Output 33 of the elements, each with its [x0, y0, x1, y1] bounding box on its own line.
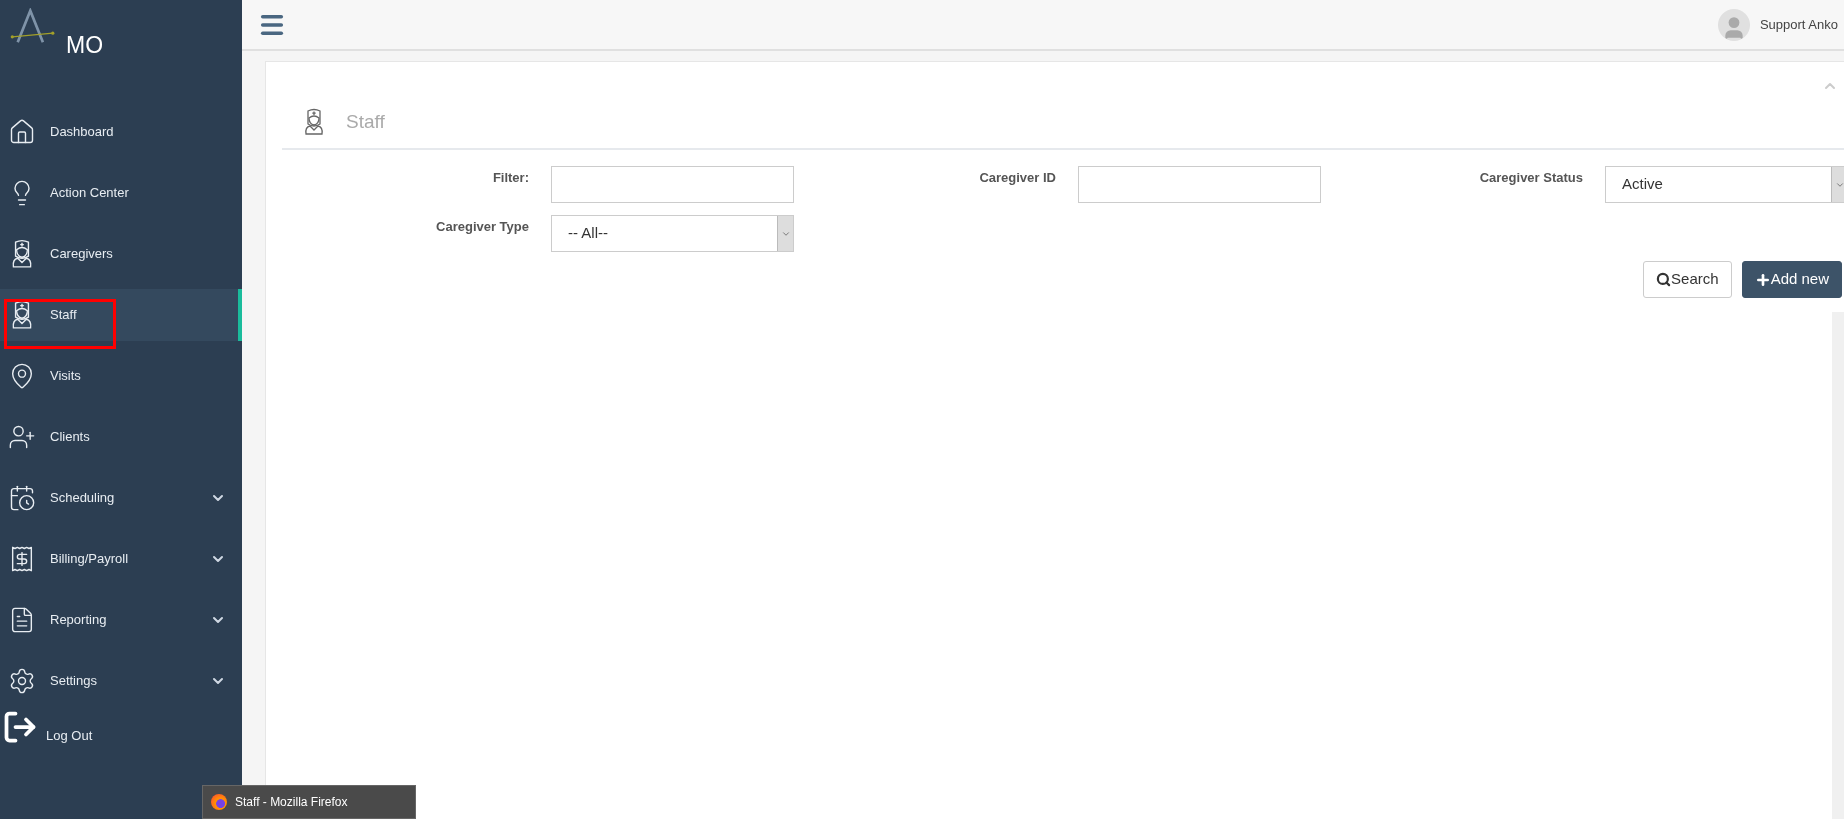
search-button[interactable]: Search: [1643, 261, 1732, 298]
add-new-button[interactable]: Add new: [1741, 261, 1842, 298]
sidebar-item[interactable]: Clients: [0, 411, 242, 463]
sidebar-item[interactable]: Caregivers: [0, 228, 242, 280]
sidebar-item[interactable]: Visits: [0, 350, 242, 402]
user-name: Support Anko: [1759, 15, 1838, 34]
sidebar-item[interactable]: Dashboard: [0, 106, 242, 158]
house-icon: [8, 118, 36, 146]
sidebar-item[interactable]: Billing/Payroll: [0, 533, 242, 585]
sidebar-item[interactable]: Action Center: [0, 167, 242, 219]
field-label: Caregiver Type: [435, 218, 530, 236]
logout-link[interactable]: Log Out: [0, 709, 242, 745]
search-icon: [1656, 272, 1672, 287]
firefox-icon: [211, 794, 227, 810]
input-field[interactable]: [1078, 166, 1321, 203]
page-title: Staff: [346, 109, 385, 134]
field-label: Caregiver Status: [1478, 169, 1584, 187]
input-field[interactable]: [551, 166, 794, 203]
sidebar-item[interactable]: Scheduling: [0, 472, 242, 524]
calendar-clock-icon: [8, 484, 36, 512]
window-title: Staff - Mozilla Firefox: [235, 794, 348, 811]
brand-name: MO: [66, 31, 104, 60]
field-label: Caregiver ID: [978, 169, 1057, 187]
nurse-icon: [302, 106, 326, 138]
sidebar-item[interactable]: Staff: [0, 289, 242, 341]
select-field[interactable]: -- All--: [551, 215, 794, 252]
gear-icon: [8, 667, 36, 695]
select-field[interactable]: Active: [1605, 166, 1844, 203]
field-label: Filter:: [491, 169, 530, 187]
sidebar-item[interactable]: Reporting: [0, 594, 242, 646]
plus-icon: [1754, 271, 1771, 288]
user-plus-icon: [8, 423, 36, 451]
sidebar-item[interactable]: Settings: [0, 655, 242, 707]
